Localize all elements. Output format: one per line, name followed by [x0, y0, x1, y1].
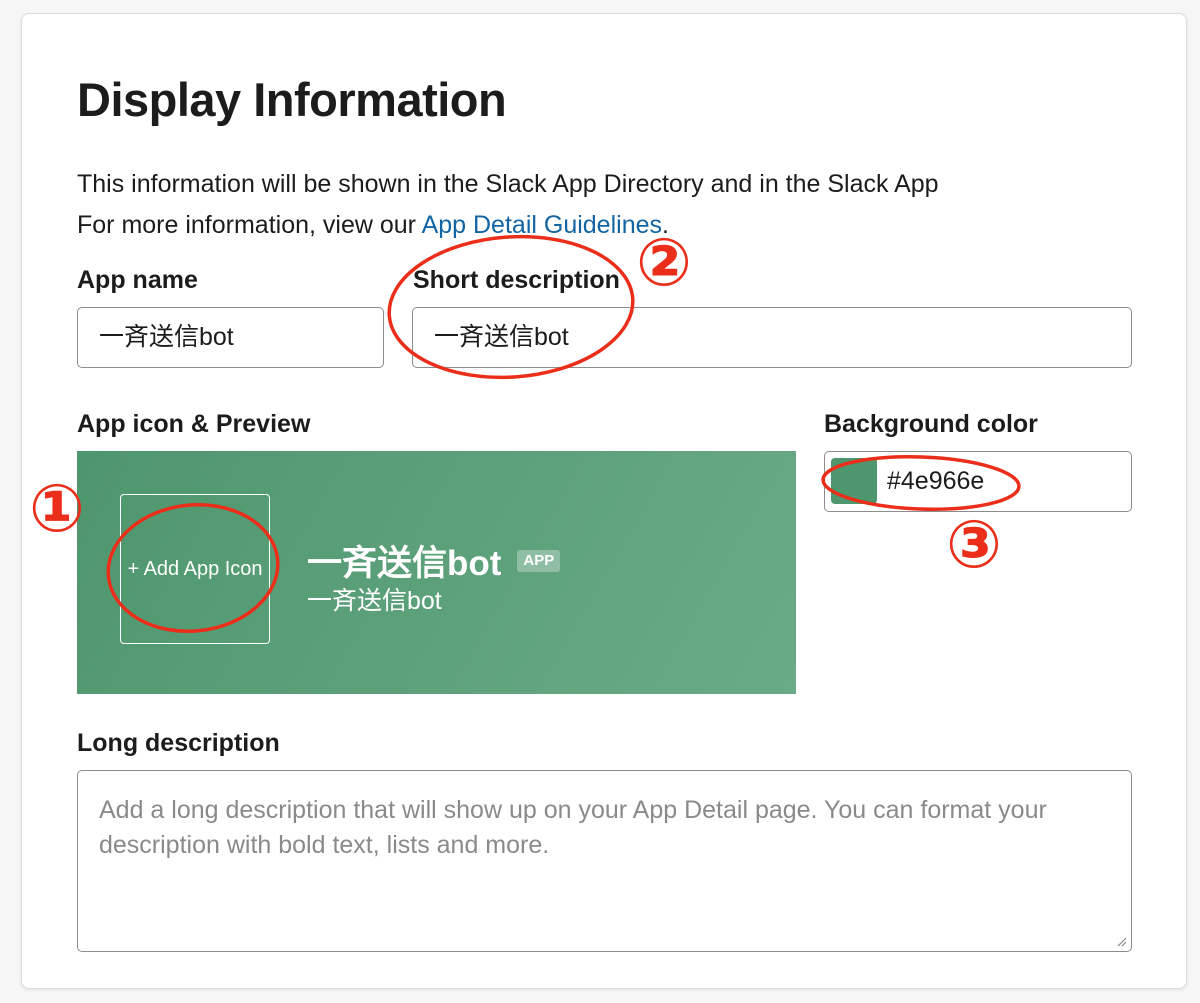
preview-app-name: 一斉送信bot APP	[307, 535, 561, 586]
short-description-input[interactable]: 一斉送信bot	[412, 307, 1132, 368]
intro-line-1: This information will be shown in the Sl…	[77, 170, 939, 198]
long-description-placeholder: Add a long description that will show up…	[99, 796, 1047, 859]
display-information-card: Display Information This information wil…	[21, 13, 1187, 989]
page-title: Display Information	[77, 73, 507, 126]
intro-line-2: For more information, view our App Detai…	[77, 205, 939, 246]
app-name-label: App name	[77, 266, 198, 294]
background-color-value: #4e966e	[887, 467, 985, 495]
long-description-label: Long description	[77, 729, 280, 757]
app-preview-panel: + Add App Icon 一斉送信bot APP 一斉送信bot	[77, 451, 796, 694]
app-detail-guidelines-link[interactable]: App Detail Guidelines	[422, 211, 662, 239]
background-color-label: Background color	[824, 410, 1038, 438]
intro-line-2-prefix: For more information, view our	[77, 211, 422, 239]
preview-app-name-text: 一斉送信bot	[307, 544, 502, 583]
color-swatch[interactable]	[831, 458, 877, 504]
background-color-input[interactable]: #4e966e	[824, 451, 1132, 512]
annotation-marker-2: ②	[636, 224, 692, 301]
add-app-icon-button[interactable]: + Add App Icon	[120, 494, 270, 644]
app-badge: APP	[517, 549, 561, 572]
annotation-marker-1: ①	[29, 470, 85, 547]
intro-text: This information will be shown in the Sl…	[77, 164, 939, 246]
add-app-icon-label: + Add App Icon	[127, 557, 263, 580]
app-name-input[interactable]: 一斉送信bot	[77, 307, 384, 368]
long-description-textarea[interactable]: Add a long description that will show up…	[77, 770, 1132, 952]
short-description-label: Short description	[413, 266, 620, 294]
resize-handle-icon[interactable]	[1115, 935, 1127, 947]
preview-app-description: 一斉送信bot	[307, 587, 442, 615]
app-icon-preview-label: App icon & Preview	[77, 410, 311, 438]
annotation-marker-3: ③	[946, 506, 1002, 583]
